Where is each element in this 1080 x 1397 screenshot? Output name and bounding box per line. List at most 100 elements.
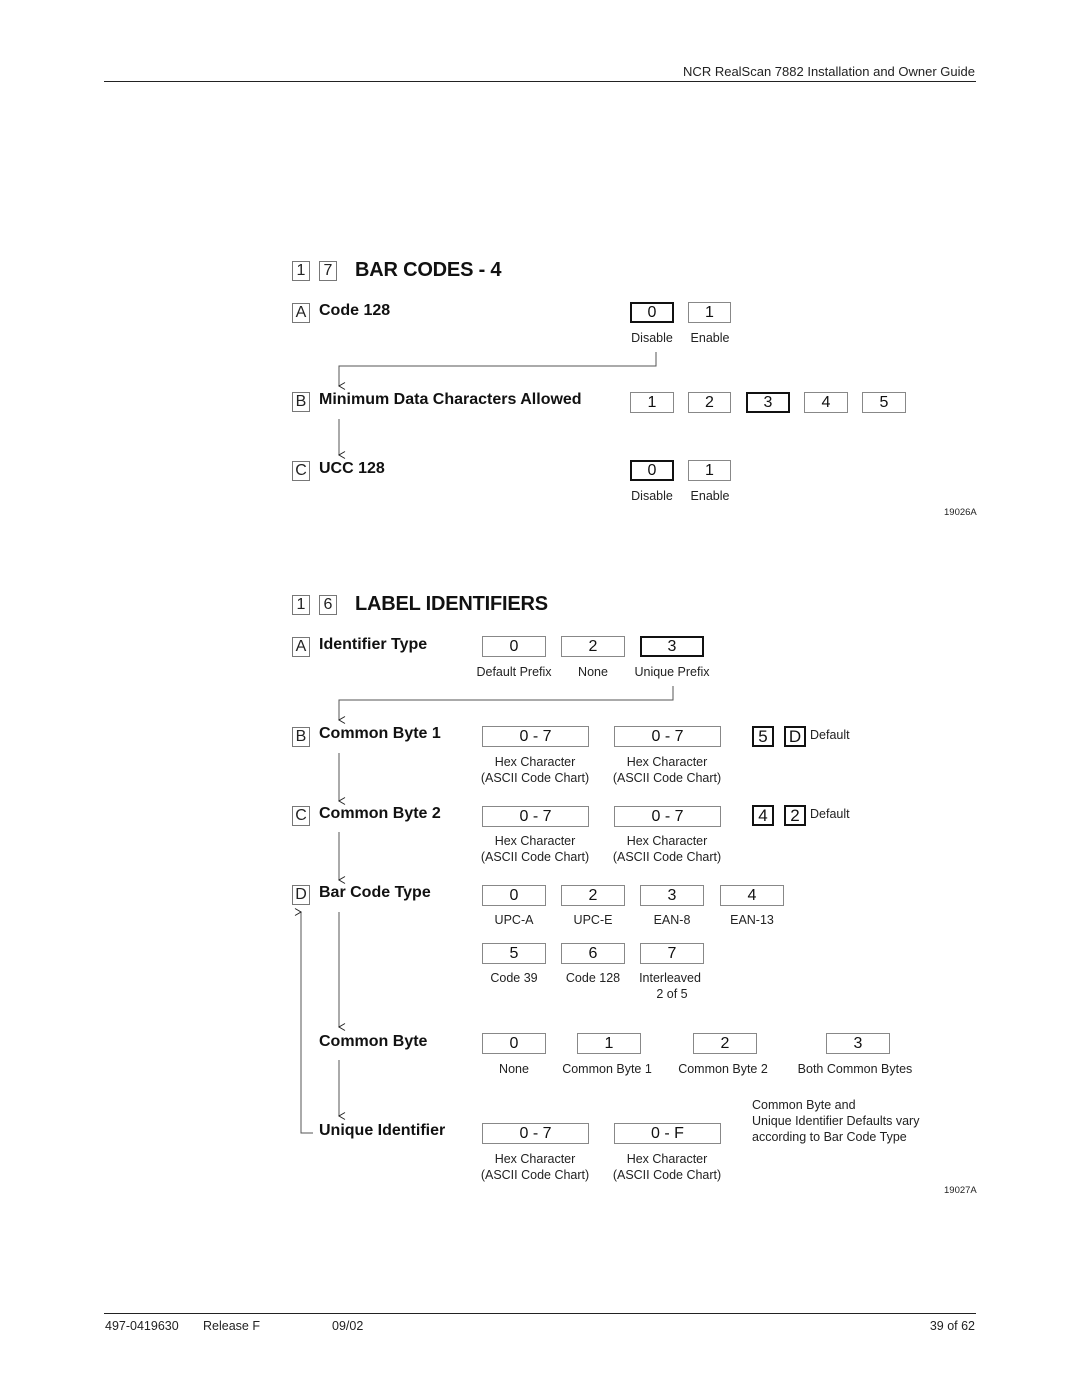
item-label-min-data-chars: Minimum Data Characters Allowed bbox=[319, 391, 582, 408]
item-label-unique-identifier: Unique Identifier bbox=[319, 1122, 446, 1139]
common-byte-option-1[interactable]: 1 bbox=[577, 1033, 641, 1054]
unique-identifier-hex-field-1[interactable]: 0 - 7 bbox=[482, 1123, 589, 1144]
common-byte-1-field-1-caption-line2: (ASCII Code Chart) bbox=[480, 771, 590, 785]
section-title-label-identifiers: LABEL IDENTIFIERS bbox=[355, 593, 548, 615]
item-letter-a: A bbox=[292, 303, 310, 323]
common-byte-1-field-2-caption-line1: Hex Character bbox=[626, 755, 708, 769]
item-label-identifier-type: Identifier Type bbox=[319, 636, 428, 653]
bar-code-type-caption-code-128: Code 128 bbox=[565, 971, 621, 985]
bar-code-type-caption-code-39: Code 39 bbox=[490, 971, 538, 985]
common-byte-2-field-1-caption-line1: Hex Character bbox=[494, 834, 576, 848]
common-byte-2-field-1-caption-line2: (ASCII Code Chart) bbox=[480, 850, 590, 864]
ucc128-caption-disable: Disable bbox=[631, 489, 673, 503]
ucc128-option-0[interactable]: 0 bbox=[630, 460, 674, 481]
identifier-type-option-3[interactable]: 3 bbox=[640, 636, 704, 657]
identifier-type-caption-default-prefix: Default Prefix bbox=[476, 665, 552, 679]
bar-code-type-option-2[interactable]: 2 bbox=[561, 885, 625, 906]
common-byte-2-default-digit-2: 2 bbox=[784, 805, 806, 826]
bar-code-type-option-7[interactable]: 7 bbox=[640, 943, 704, 964]
section-number-digit-1: 1 bbox=[292, 595, 310, 615]
unique-identifier-field-2-caption-line2: (ASCII Code Chart) bbox=[612, 1168, 722, 1182]
bar-code-type-option-0[interactable]: 0 bbox=[482, 885, 546, 906]
footer-release: Release F bbox=[203, 1319, 260, 1333]
flow-arrows bbox=[294, 352, 674, 1134]
min-data-option-5[interactable]: 5 bbox=[862, 392, 906, 413]
common-byte-1-default-digit-1: 5 bbox=[752, 726, 774, 747]
item-label-ucc-128: UCC 128 bbox=[319, 460, 385, 477]
common-byte-1-field-2-caption-line2: (ASCII Code Chart) bbox=[612, 771, 722, 785]
arrow-loop-back-to-bar-code-type bbox=[294, 908, 313, 1134]
unique-identifier-hex-field-2[interactable]: 0 - F bbox=[614, 1123, 721, 1144]
common-byte-1-hex-field-2[interactable]: 0 - 7 bbox=[614, 726, 721, 747]
bar-code-type-caption-ean-13: EAN-13 bbox=[730, 913, 774, 927]
footer-page-number: 39 of 62 bbox=[929, 1319, 975, 1333]
identifier-type-caption-none: None bbox=[578, 665, 608, 679]
common-byte-2-hex-field-2[interactable]: 0 - 7 bbox=[614, 806, 721, 827]
unique-identifier-field-2-caption-line1: Hex Character bbox=[626, 1152, 708, 1166]
min-data-option-1[interactable]: 1 bbox=[630, 392, 674, 413]
unique-identifier-field-1-caption-line1: Hex Character bbox=[494, 1152, 576, 1166]
code128-option-1[interactable]: 1 bbox=[688, 302, 731, 323]
defaults-note-line-2: Unique Identifier Defaults vary bbox=[752, 1114, 920, 1128]
common-byte-2-default-label: Default bbox=[810, 807, 850, 821]
item-label-code-128: Code 128 bbox=[319, 302, 391, 319]
arrow-identifier-type-to-common-byte-1 bbox=[338, 686, 674, 724]
common-byte-caption-both: Both Common Bytes bbox=[797, 1062, 913, 1076]
footer-doc-number: 497-0419630 bbox=[105, 1319, 179, 1333]
section-title-bar-codes: BAR CODES - 4 bbox=[355, 259, 502, 281]
min-data-option-4[interactable]: 4 bbox=[804, 392, 848, 413]
ucc128-option-1[interactable]: 1 bbox=[688, 460, 731, 481]
bar-code-type-option-5[interactable]: 5 bbox=[482, 943, 546, 964]
unique-identifier-field-1-caption-line2: (ASCII Code Chart) bbox=[480, 1168, 590, 1182]
common-byte-1-default-label: Default bbox=[810, 728, 850, 742]
bar-code-type-caption-upc-a: UPC-A bbox=[494, 913, 534, 927]
section-number-digit-1: 1 bbox=[292, 261, 310, 281]
bar-code-type-option-4[interactable]: 4 bbox=[720, 885, 784, 906]
bar-code-type-caption-ean-8: EAN-8 bbox=[653, 913, 691, 927]
defaults-note-line-3: according to Bar Code Type bbox=[752, 1130, 907, 1144]
item-letter-b: B bbox=[292, 727, 310, 747]
code128-option-0[interactable]: 0 bbox=[630, 302, 674, 323]
document-title: NCR RealScan 7882 Installation and Owner… bbox=[683, 64, 975, 79]
item-letter-b: B bbox=[292, 392, 310, 412]
min-data-option-2[interactable]: 2 bbox=[688, 392, 731, 413]
bar-code-type-option-3[interactable]: 3 bbox=[640, 885, 704, 906]
item-letter-d: D bbox=[292, 885, 310, 905]
header-rule bbox=[104, 81, 976, 82]
footer-rule bbox=[104, 1313, 976, 1314]
figure-id-bar-codes: 19026A bbox=[944, 507, 977, 518]
bar-code-type-option-6[interactable]: 6 bbox=[561, 943, 625, 964]
common-byte-1-default-digit-2: D bbox=[784, 726, 806, 747]
item-label-common-byte: Common Byte bbox=[319, 1033, 428, 1050]
bar-code-type-caption-interleaved: Interleaved bbox=[639, 971, 701, 985]
common-byte-1-hex-field-1[interactable]: 0 - 7 bbox=[482, 726, 589, 747]
min-data-option-3[interactable]: 3 bbox=[746, 392, 790, 413]
common-byte-2-hex-field-1[interactable]: 0 - 7 bbox=[482, 806, 589, 827]
bar-code-type-caption-upc-e: UPC-E bbox=[573, 913, 613, 927]
common-byte-caption-none: None bbox=[499, 1062, 529, 1076]
common-byte-option-3[interactable]: 3 bbox=[826, 1033, 890, 1054]
common-byte-caption-common-byte-2: Common Byte 2 bbox=[678, 1062, 768, 1076]
item-label-bar-code-type: Bar Code Type bbox=[319, 884, 431, 901]
ucc128-caption-enable: Enable bbox=[690, 489, 730, 503]
code128-caption-disable: Disable bbox=[631, 331, 673, 345]
identifier-type-option-2[interactable]: 2 bbox=[561, 636, 625, 657]
identifier-type-option-0[interactable]: 0 bbox=[482, 636, 546, 657]
footer-date: 09/02 bbox=[332, 1319, 364, 1333]
code128-caption-enable: Enable bbox=[690, 331, 730, 345]
common-byte-2-default-digit-1: 4 bbox=[752, 805, 774, 826]
item-letter-c: C bbox=[292, 806, 310, 826]
common-byte-1-field-1-caption-line1: Hex Character bbox=[494, 755, 576, 769]
item-label-common-byte-2: Common Byte 2 bbox=[319, 805, 441, 822]
common-byte-2-field-2-caption-line1: Hex Character bbox=[626, 834, 708, 848]
common-byte-2-field-2-caption-line2: (ASCII Code Chart) bbox=[612, 850, 722, 864]
section-number-digit-2: 7 bbox=[319, 261, 337, 281]
section-number-digit-2: 6 bbox=[319, 595, 337, 615]
defaults-note-line-1: Common Byte and bbox=[752, 1098, 856, 1112]
figure-id-label-identifiers: 19027A bbox=[944, 1185, 977, 1196]
bar-code-type-caption-interleaved-line2: 2 of 5 bbox=[656, 987, 688, 1001]
item-label-common-byte-1: Common Byte 1 bbox=[319, 725, 441, 742]
common-byte-option-0[interactable]: 0 bbox=[482, 1033, 546, 1054]
common-byte-option-2[interactable]: 2 bbox=[693, 1033, 757, 1054]
item-letter-c: C bbox=[292, 461, 310, 481]
